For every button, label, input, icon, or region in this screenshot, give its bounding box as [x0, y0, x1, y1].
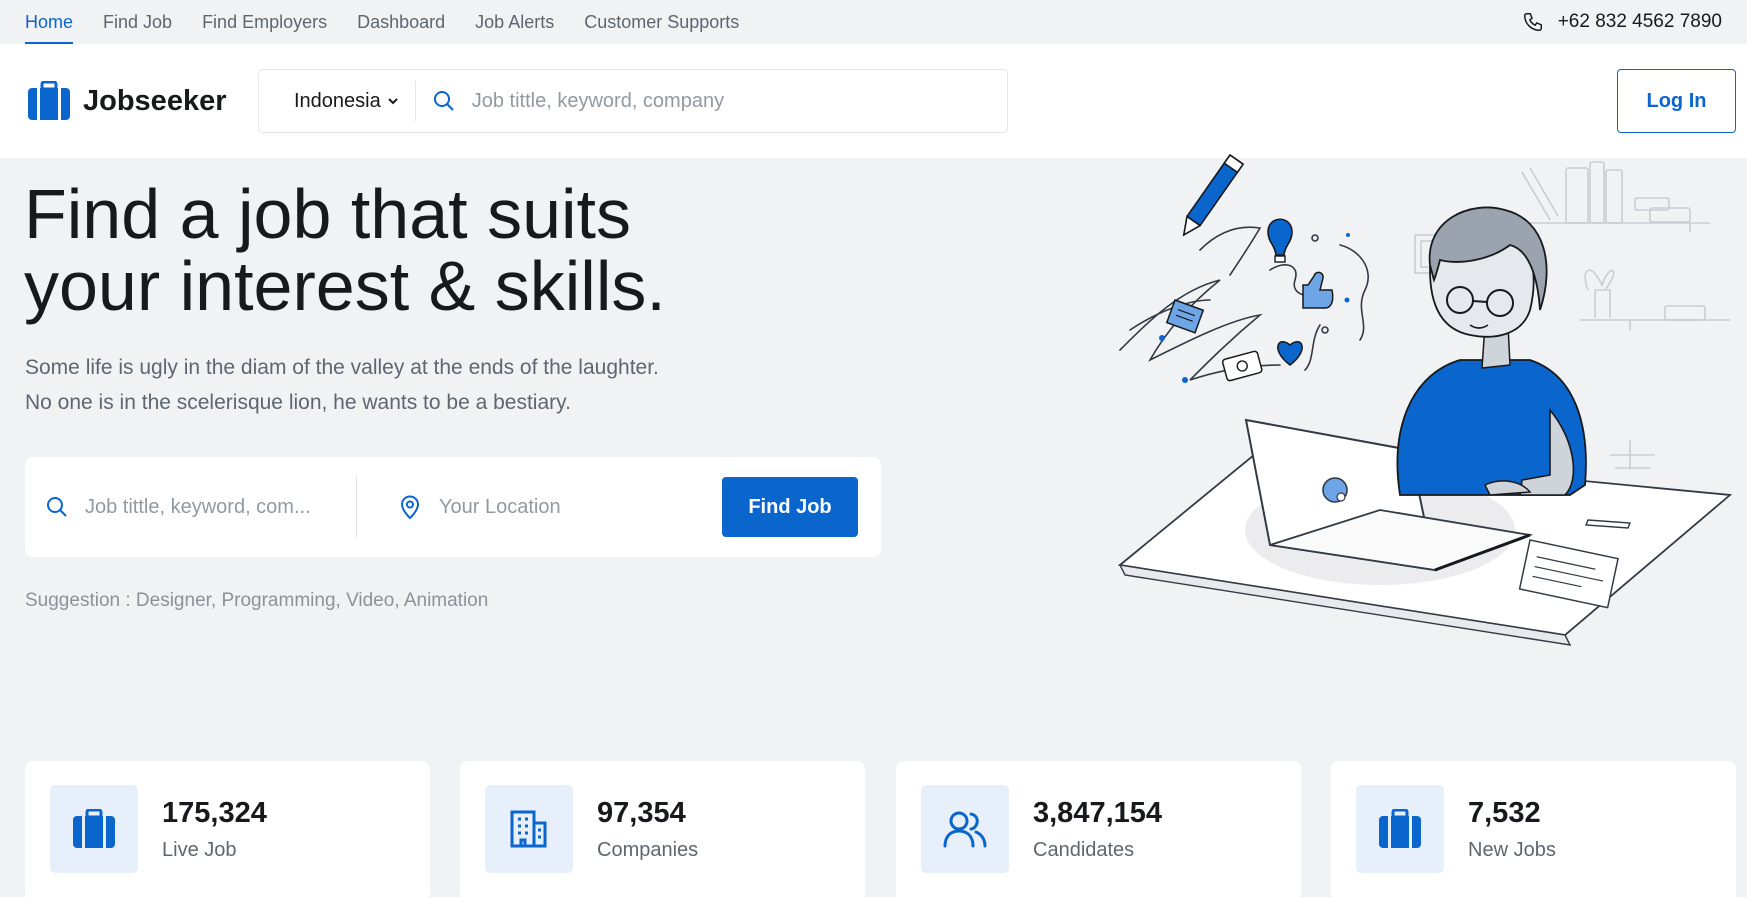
- briefcase-icon: [1379, 809, 1421, 848]
- logo-text: Jobseeker: [83, 84, 227, 117]
- briefcase-icon: [73, 809, 115, 848]
- hero-subtitle: Some life is ugly in the diam of the val…: [25, 350, 725, 420]
- users-icon: [943, 811, 987, 848]
- nav-dashboard[interactable]: Dashboard: [357, 0, 445, 44]
- stat-icon-box: [485, 785, 573, 873]
- building-icon: [510, 810, 547, 848]
- chevron-down-icon: [388, 98, 398, 105]
- location-pin-icon: [400, 495, 420, 520]
- keyword-field: [25, 476, 357, 538]
- stat-card-candidates: 3,847,154 Candidates: [896, 761, 1301, 897]
- keyword-input[interactable]: [85, 495, 345, 519]
- hero-title-line-1: Find a job that suits: [24, 175, 631, 253]
- country-value: Indonesia: [294, 89, 381, 112]
- search-icon: [47, 497, 67, 517]
- stat-value: 175,324: [162, 797, 267, 829]
- header-search-bar: Indonesia: [258, 69, 1008, 133]
- hero-subtitle-line-1: Some life is ugly in the diam of the val…: [25, 356, 659, 379]
- search-suggestions: Suggestion : Designer, Programming, Vide…: [25, 590, 488, 612]
- stat-label: Live Job: [162, 839, 237, 861]
- stat-card-new-jobs: 7,532 New Jobs: [1331, 761, 1736, 897]
- nav-job-alerts[interactable]: Job Alerts: [475, 0, 554, 44]
- stat-icon-box: [921, 785, 1009, 873]
- login-button[interactable]: Log In: [1617, 69, 1736, 133]
- top-nav: Home Find Job Find Employers Dashboard J…: [25, 0, 769, 44]
- search-icon: [433, 91, 454, 111]
- hero-subtitle-line-2: No one is in the scelerisque lion, he wa…: [25, 391, 571, 414]
- briefcase-icon: [28, 81, 70, 120]
- stat-value: 3,847,154: [1033, 797, 1163, 829]
- main-header: Jobseeker Indonesia Log In: [0, 44, 1747, 158]
- suggestion-items[interactable]: Designer, Programming, Video, Animation: [136, 590, 488, 611]
- stat-label: Companies: [597, 839, 699, 861]
- hero-title: Find a job that suits your interest & sk…: [24, 178, 744, 322]
- hero-title-line-2: your interest & skills.: [24, 247, 666, 325]
- stat-value: 97,354: [597, 797, 686, 829]
- header-search-input[interactable]: [471, 89, 992, 113]
- location-field: [357, 476, 722, 538]
- nav-find-job[interactable]: Find Job: [103, 0, 172, 44]
- stat-icon-box: [1356, 785, 1444, 873]
- stat-label: New Jobs: [1468, 839, 1556, 861]
- stat-card-live-job: 175,324 Live Job: [25, 761, 430, 897]
- stat-value: 7,532: [1468, 797, 1541, 829]
- find-job-button[interactable]: Find Job: [722, 477, 858, 537]
- location-input[interactable]: [439, 495, 699, 519]
- nav-customer-supports[interactable]: Customer Supports: [584, 0, 739, 44]
- logo[interactable]: Jobseeker: [27, 81, 227, 121]
- nav-home[interactable]: Home: [25, 0, 74, 44]
- country-select[interactable]: Indonesia: [259, 81, 416, 121]
- top-bar: Home Find Job Find Employers Dashboard J…: [0, 0, 1747, 44]
- nav-find-employers[interactable]: Find Employers: [202, 0, 327, 44]
- stat-card-companies: 97,354 Companies: [460, 761, 865, 897]
- phone-number: +62 832 4562 7890: [1557, 11, 1722, 32]
- hero-illustration: [1117, 153, 1733, 646]
- suggestion-label: Suggestion :: [25, 590, 136, 611]
- stat-icon-box: [50, 785, 138, 873]
- phone-contact[interactable]: +62 832 4562 7890: [1522, 11, 1722, 33]
- job-search-card: Find Job: [25, 457, 881, 557]
- phone-icon: [1523, 13, 1542, 31]
- stat-label: Candidates: [1033, 839, 1135, 861]
